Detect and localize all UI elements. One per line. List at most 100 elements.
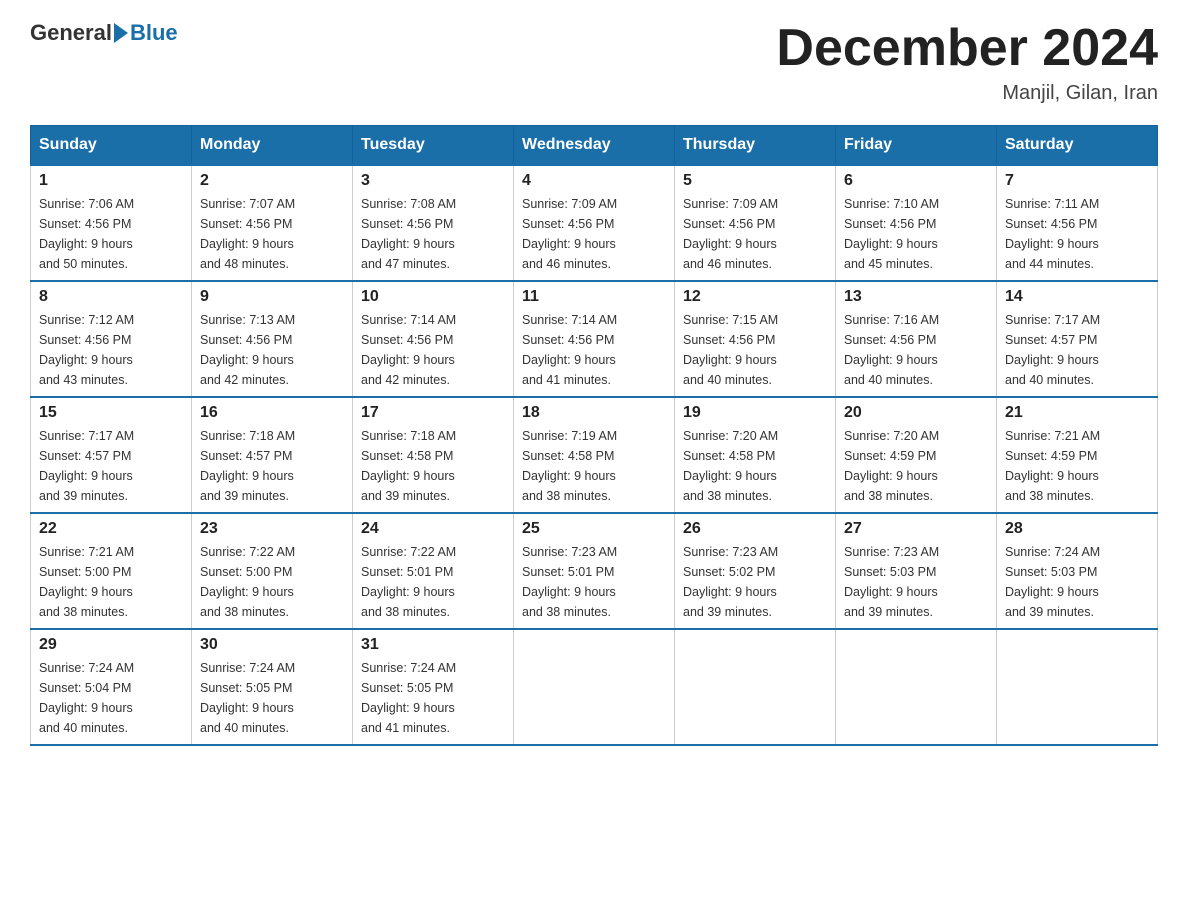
calendar-cell (514, 629, 675, 745)
day-info: Sunrise: 7:21 AM Sunset: 4:59 PM Dayligh… (1005, 426, 1149, 506)
day-number: 27 (844, 520, 988, 538)
calendar-cell: 27 Sunrise: 7:23 AM Sunset: 5:03 PM Dayl… (836, 513, 997, 629)
day-info: Sunrise: 7:15 AM Sunset: 4:56 PM Dayligh… (683, 310, 827, 390)
calendar-cell: 18 Sunrise: 7:19 AM Sunset: 4:58 PM Dayl… (514, 397, 675, 513)
weekday-header-saturday: Saturday (997, 126, 1158, 166)
day-info: Sunrise: 7:21 AM Sunset: 5:00 PM Dayligh… (39, 542, 183, 622)
day-number: 6 (844, 172, 988, 190)
day-info: Sunrise: 7:23 AM Sunset: 5:02 PM Dayligh… (683, 542, 827, 622)
location: Manjil, Gilan, Iran (776, 82, 1158, 105)
weekday-header-sunday: Sunday (31, 126, 192, 166)
calendar-cell: 3 Sunrise: 7:08 AM Sunset: 4:56 PM Dayli… (353, 165, 514, 281)
calendar-week-4: 22 Sunrise: 7:21 AM Sunset: 5:00 PM Dayl… (31, 513, 1158, 629)
calendar-cell: 6 Sunrise: 7:10 AM Sunset: 4:56 PM Dayli… (836, 165, 997, 281)
calendar-week-1: 1 Sunrise: 7:06 AM Sunset: 4:56 PM Dayli… (31, 165, 1158, 281)
calendar-week-2: 8 Sunrise: 7:12 AM Sunset: 4:56 PM Dayli… (31, 281, 1158, 397)
day-number: 10 (361, 288, 505, 306)
calendar-cell: 22 Sunrise: 7:21 AM Sunset: 5:00 PM Dayl… (31, 513, 192, 629)
calendar-cell: 4 Sunrise: 7:09 AM Sunset: 4:56 PM Dayli… (514, 165, 675, 281)
calendar-week-3: 15 Sunrise: 7:17 AM Sunset: 4:57 PM Dayl… (31, 397, 1158, 513)
calendar-cell: 11 Sunrise: 7:14 AM Sunset: 4:56 PM Dayl… (514, 281, 675, 397)
day-number: 23 (200, 520, 344, 538)
day-info: Sunrise: 7:24 AM Sunset: 5:04 PM Dayligh… (39, 658, 183, 738)
day-number: 30 (200, 636, 344, 654)
day-number: 5 (683, 172, 827, 190)
day-info: Sunrise: 7:18 AM Sunset: 4:57 PM Dayligh… (200, 426, 344, 506)
day-number: 25 (522, 520, 666, 538)
calendar-cell: 25 Sunrise: 7:23 AM Sunset: 5:01 PM Dayl… (514, 513, 675, 629)
calendar-table: SundayMondayTuesdayWednesdayThursdayFrid… (30, 125, 1158, 746)
weekday-header-row: SundayMondayTuesdayWednesdayThursdayFrid… (31, 126, 1158, 166)
weekday-header-tuesday: Tuesday (353, 126, 514, 166)
day-number: 21 (1005, 404, 1149, 422)
title-section: December 2024 Manjil, Gilan, Iran (776, 20, 1158, 105)
day-info: Sunrise: 7:18 AM Sunset: 4:58 PM Dayligh… (361, 426, 505, 506)
day-number: 19 (683, 404, 827, 422)
calendar-cell: 14 Sunrise: 7:17 AM Sunset: 4:57 PM Dayl… (997, 281, 1158, 397)
calendar-cell: 16 Sunrise: 7:18 AM Sunset: 4:57 PM Dayl… (192, 397, 353, 513)
calendar-cell: 2 Sunrise: 7:07 AM Sunset: 4:56 PM Dayli… (192, 165, 353, 281)
day-number: 28 (1005, 520, 1149, 538)
month-title: December 2024 (776, 20, 1158, 77)
calendar-cell: 10 Sunrise: 7:14 AM Sunset: 4:56 PM Dayl… (353, 281, 514, 397)
calendar-cell: 12 Sunrise: 7:15 AM Sunset: 4:56 PM Dayl… (675, 281, 836, 397)
weekday-header-wednesday: Wednesday (514, 126, 675, 166)
day-info: Sunrise: 7:09 AM Sunset: 4:56 PM Dayligh… (522, 194, 666, 274)
day-info: Sunrise: 7:06 AM Sunset: 4:56 PM Dayligh… (39, 194, 183, 274)
calendar-cell: 1 Sunrise: 7:06 AM Sunset: 4:56 PM Dayli… (31, 165, 192, 281)
weekday-header-thursday: Thursday (675, 126, 836, 166)
day-info: Sunrise: 7:12 AM Sunset: 4:56 PM Dayligh… (39, 310, 183, 390)
calendar-cell: 24 Sunrise: 7:22 AM Sunset: 5:01 PM Dayl… (353, 513, 514, 629)
weekday-header-friday: Friday (836, 126, 997, 166)
day-info: Sunrise: 7:14 AM Sunset: 4:56 PM Dayligh… (361, 310, 505, 390)
day-info: Sunrise: 7:07 AM Sunset: 4:56 PM Dayligh… (200, 194, 344, 274)
calendar-cell: 23 Sunrise: 7:22 AM Sunset: 5:00 PM Dayl… (192, 513, 353, 629)
calendar-cell: 29 Sunrise: 7:24 AM Sunset: 5:04 PM Dayl… (31, 629, 192, 745)
day-info: Sunrise: 7:09 AM Sunset: 4:56 PM Dayligh… (683, 194, 827, 274)
day-info: Sunrise: 7:14 AM Sunset: 4:56 PM Dayligh… (522, 310, 666, 390)
day-number: 29 (39, 636, 183, 654)
day-number: 15 (39, 404, 183, 422)
calendar-cell (836, 629, 997, 745)
logo-arrow-icon (114, 23, 128, 43)
day-info: Sunrise: 7:20 AM Sunset: 4:59 PM Dayligh… (844, 426, 988, 506)
calendar-cell: 7 Sunrise: 7:11 AM Sunset: 4:56 PM Dayli… (997, 165, 1158, 281)
day-info: Sunrise: 7:16 AM Sunset: 4:56 PM Dayligh… (844, 310, 988, 390)
day-number: 4 (522, 172, 666, 190)
day-info: Sunrise: 7:23 AM Sunset: 5:03 PM Dayligh… (844, 542, 988, 622)
calendar-cell: 17 Sunrise: 7:18 AM Sunset: 4:58 PM Dayl… (353, 397, 514, 513)
day-number: 22 (39, 520, 183, 538)
day-number: 14 (1005, 288, 1149, 306)
day-info: Sunrise: 7:10 AM Sunset: 4:56 PM Dayligh… (844, 194, 988, 274)
day-number: 9 (200, 288, 344, 306)
calendar-cell: 26 Sunrise: 7:23 AM Sunset: 5:02 PM Dayl… (675, 513, 836, 629)
calendar-cell: 8 Sunrise: 7:12 AM Sunset: 4:56 PM Dayli… (31, 281, 192, 397)
logo-general: General (30, 20, 112, 46)
calendar-cell: 20 Sunrise: 7:20 AM Sunset: 4:59 PM Dayl… (836, 397, 997, 513)
calendar-week-5: 29 Sunrise: 7:24 AM Sunset: 5:04 PM Dayl… (31, 629, 1158, 745)
day-number: 1 (39, 172, 183, 190)
day-number: 12 (683, 288, 827, 306)
day-info: Sunrise: 7:08 AM Sunset: 4:56 PM Dayligh… (361, 194, 505, 274)
day-number: 2 (200, 172, 344, 190)
calendar-cell (997, 629, 1158, 745)
day-info: Sunrise: 7:22 AM Sunset: 5:01 PM Dayligh… (361, 542, 505, 622)
day-number: 7 (1005, 172, 1149, 190)
day-number: 20 (844, 404, 988, 422)
day-number: 11 (522, 288, 666, 306)
calendar-cell: 21 Sunrise: 7:21 AM Sunset: 4:59 PM Dayl… (997, 397, 1158, 513)
calendar-cell: 15 Sunrise: 7:17 AM Sunset: 4:57 PM Dayl… (31, 397, 192, 513)
day-info: Sunrise: 7:11 AM Sunset: 4:56 PM Dayligh… (1005, 194, 1149, 274)
day-number: 24 (361, 520, 505, 538)
calendar-cell: 30 Sunrise: 7:24 AM Sunset: 5:05 PM Dayl… (192, 629, 353, 745)
day-info: Sunrise: 7:24 AM Sunset: 5:03 PM Dayligh… (1005, 542, 1149, 622)
day-info: Sunrise: 7:20 AM Sunset: 4:58 PM Dayligh… (683, 426, 827, 506)
day-number: 16 (200, 404, 344, 422)
calendar-cell (675, 629, 836, 745)
day-info: Sunrise: 7:17 AM Sunset: 4:57 PM Dayligh… (39, 426, 183, 506)
day-info: Sunrise: 7:24 AM Sunset: 5:05 PM Dayligh… (361, 658, 505, 738)
weekday-header-monday: Monday (192, 126, 353, 166)
page-header: General Blue December 2024 Manjil, Gilan… (30, 20, 1158, 105)
day-number: 13 (844, 288, 988, 306)
calendar-cell: 28 Sunrise: 7:24 AM Sunset: 5:03 PM Dayl… (997, 513, 1158, 629)
